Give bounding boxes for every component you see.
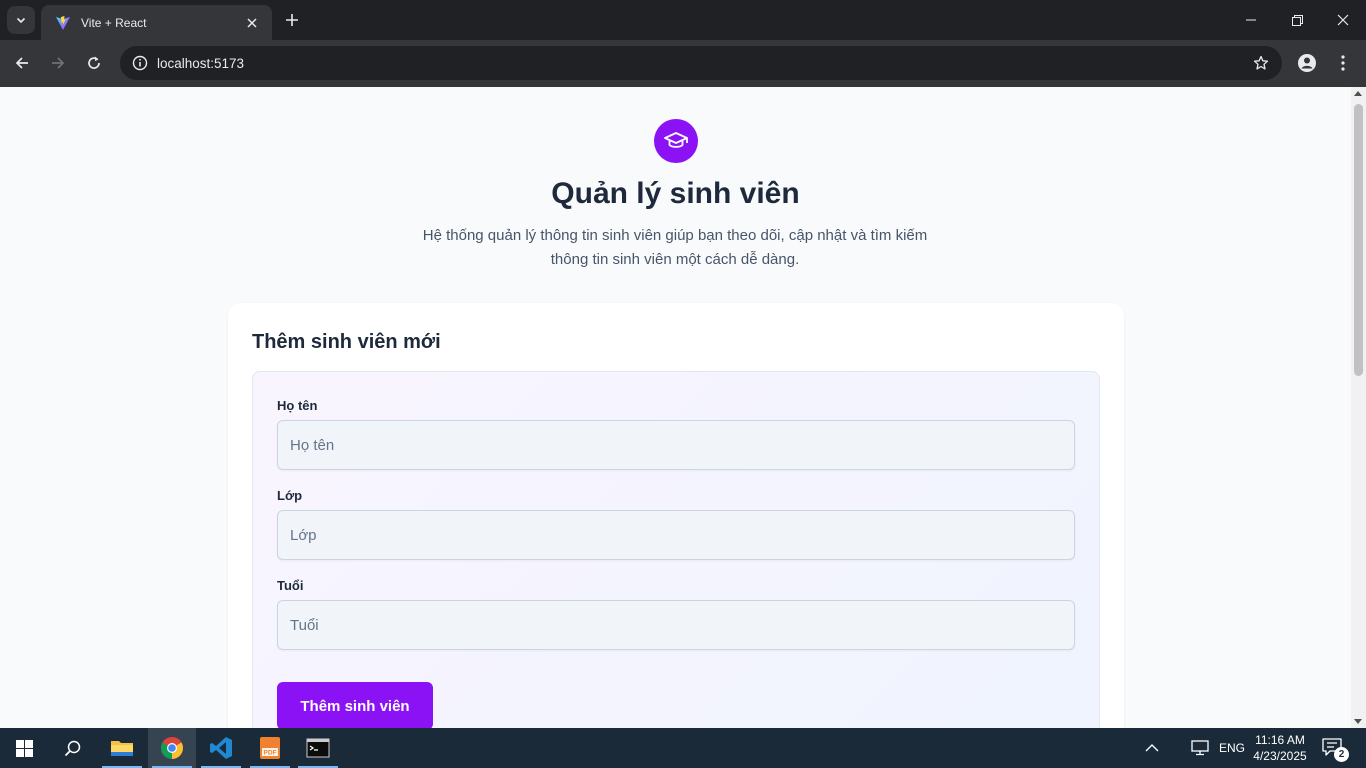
vscode-icon	[210, 737, 232, 759]
back-button[interactable]	[7, 48, 37, 78]
age-label: Tuổi	[277, 578, 304, 593]
browser-tab-bar: Vite + React	[0, 0, 1366, 40]
graduation-cap-icon	[654, 119, 698, 163]
taskbar-chrome[interactable]	[148, 728, 196, 768]
new-tab-button[interactable]	[280, 8, 304, 32]
close-icon	[1337, 14, 1349, 26]
age-input[interactable]	[277, 600, 1075, 650]
search-icon	[64, 740, 80, 756]
name-label: Họ tên	[277, 398, 318, 413]
plus-icon	[286, 14, 298, 26]
page-viewport: Quản lý sinh viên Hệ thống quản lý thông…	[0, 87, 1366, 728]
taskbar-terminal[interactable]	[294, 728, 342, 768]
class-label: Lớp	[277, 488, 303, 503]
taskbar-file-explorer[interactable]	[98, 728, 146, 768]
taskbar: PDF ENG 11:16 AM 4/23/2025 2	[0, 728, 1366, 768]
reload-button[interactable]	[79, 48, 109, 78]
tab-close-icon[interactable]	[242, 13, 262, 33]
profile-button[interactable]	[1292, 48, 1322, 78]
more-vertical-icon	[1341, 55, 1345, 71]
taskbar-vscode[interactable]	[197, 728, 245, 768]
browser-menu-button[interactable]	[1328, 48, 1358, 78]
start-icon	[15, 739, 33, 757]
scroll-up-icon[interactable]	[1354, 91, 1362, 96]
chrome-icon	[161, 737, 183, 759]
scroll-down-icon[interactable]	[1354, 719, 1362, 724]
network-icon	[1191, 740, 1209, 756]
page-scrollbar[interactable]	[1351, 87, 1366, 728]
taskbar-search-button[interactable]	[48, 728, 96, 768]
close-window-button[interactable]	[1320, 4, 1366, 36]
site-info-icon[interactable]	[130, 53, 150, 73]
arrow-right-icon	[52, 57, 65, 69]
network-button[interactable]	[1180, 728, 1220, 768]
tab-search-button[interactable]	[7, 6, 35, 34]
notification-center-button[interactable]: 2	[1322, 738, 1349, 762]
language-indicator[interactable]: ENG	[1219, 741, 1245, 755]
system-clock[interactable]: 11:16 AM 4/23/2025	[1252, 732, 1308, 764]
add-student-button[interactable]: Thêm sinh viên	[277, 682, 433, 728]
file-explorer-icon	[111, 741, 133, 756]
profile-icon	[1298, 54, 1316, 72]
minimize-icon	[1246, 19, 1256, 21]
add-student-card: Thêm sinh viên mới Họ tên Lớp Tuổi Thêm …	[228, 303, 1124, 728]
forward-button[interactable]	[43, 48, 73, 78]
name-input[interactable]	[277, 420, 1075, 470]
url-text: localhost:5173	[157, 55, 245, 71]
clock-time: 11:16 AM	[1255, 733, 1305, 747]
vite-logo-icon	[55, 15, 71, 31]
taskbar-pdf-reader[interactable]: PDF	[246, 728, 294, 768]
form-title: Thêm sinh viên mới	[252, 331, 441, 353]
restore-icon	[1291, 14, 1303, 26]
address-bar[interactable]: localhost:5173	[120, 46, 1282, 80]
page-description: Hệ thống quản lý thông tin sinh viên giú…	[422, 227, 928, 268]
tab-title: Vite + React	[81, 15, 147, 30]
reload-icon	[88, 56, 100, 69]
chevron-up-icon	[1145, 744, 1159, 752]
arrow-left-icon	[15, 57, 28, 69]
restore-button[interactable]	[1274, 4, 1320, 36]
notification-count-badge: 2	[1334, 747, 1349, 762]
chevron-down-icon	[16, 17, 26, 24]
add-student-form: Họ tên Lớp Tuổi Thêm sinh viên	[252, 371, 1100, 728]
svg-text:PDF: PDF	[264, 750, 277, 757]
bookmark-star-icon[interactable]	[1246, 48, 1276, 78]
pdf-reader-icon: PDF	[260, 737, 280, 759]
class-input[interactable]	[277, 510, 1075, 560]
show-hidden-icons-button[interactable]	[1130, 728, 1174, 768]
browser-toolbar: localhost:5173	[0, 40, 1366, 87]
scroll-thumb[interactable]	[1354, 104, 1363, 376]
clock-date: 4/23/2025	[1253, 749, 1307, 763]
minimize-button[interactable]	[1228, 4, 1274, 36]
terminal-icon	[306, 738, 330, 758]
page-title: Quản lý sinh viên	[551, 177, 800, 210]
browser-tab[interactable]: Vite + React	[41, 5, 272, 40]
start-button[interactable]	[0, 728, 48, 768]
